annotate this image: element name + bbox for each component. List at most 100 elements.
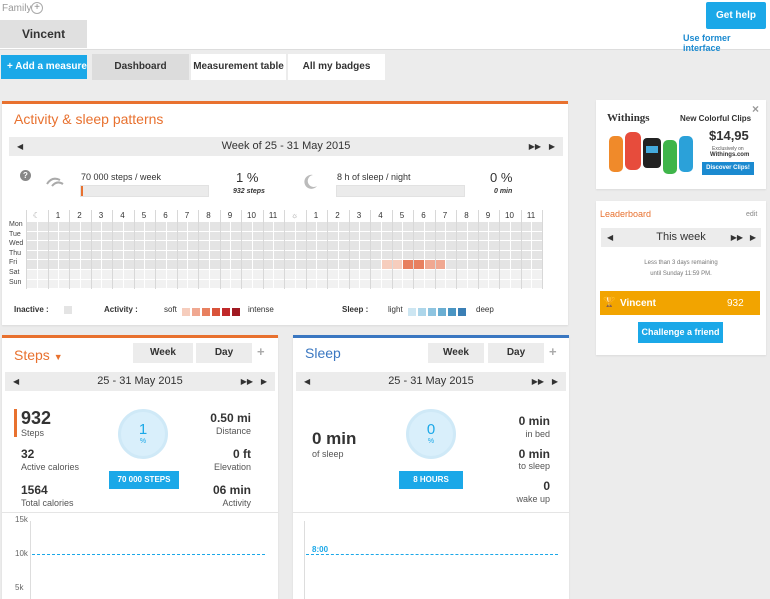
heatmap-cell bbox=[188, 260, 198, 269]
elevation-value: 0 ft bbox=[233, 447, 251, 461]
heatmap-cell bbox=[435, 231, 446, 241]
heatmap-cell bbox=[113, 260, 123, 269]
next-week-icon[interactable]: ▶ bbox=[549, 137, 555, 156]
heatmap-cell bbox=[381, 231, 392, 241]
former-interface-link[interactable]: Use former interface bbox=[683, 33, 770, 53]
steps-tab-week[interactable]: Week bbox=[133, 343, 193, 363]
heatmap-cell bbox=[188, 270, 198, 279]
legend-sleep-swatches bbox=[408, 306, 468, 318]
heatmap-cell bbox=[510, 241, 521, 250]
activity-label: Activity bbox=[222, 498, 251, 508]
heatmap-hour-label: 1 bbox=[313, 211, 319, 220]
steps-goal-label: 70 000 steps / week bbox=[81, 172, 162, 182]
tab-all-my-badges[interactable]: All my badges bbox=[288, 54, 385, 80]
ad-cta-button[interactable]: Discover Clips! bbox=[702, 162, 754, 175]
prev-week-icon[interactable]: ◀ bbox=[17, 137, 23, 156]
sleep-next-icon[interactable]: ▶ bbox=[552, 372, 558, 391]
tab-measurement-table[interactable]: Measurement table bbox=[191, 54, 286, 80]
heatmap-cell bbox=[338, 241, 349, 250]
heatmap-cell bbox=[532, 231, 542, 241]
legend-sleep-label: Sleep : bbox=[342, 305, 369, 314]
steps-prev-icon[interactable]: ◀ bbox=[13, 372, 19, 391]
heatmap-hour-separator bbox=[155, 210, 156, 290]
chevron-down-icon[interactable]: ▼ bbox=[54, 352, 63, 362]
heatmap-cell bbox=[457, 231, 467, 241]
steps-next-icon[interactable]: ▶ bbox=[261, 372, 267, 391]
steps-title[interactable]: Steps ▼ bbox=[14, 347, 63, 363]
heatmap-cell bbox=[306, 222, 317, 231]
heatmap-cell bbox=[392, 270, 403, 279]
steps-tab-day[interactable]: Day bbox=[196, 343, 252, 363]
heatmap-cell bbox=[274, 260, 284, 269]
heatmap-cell bbox=[457, 250, 467, 260]
heatmap-cell bbox=[500, 260, 510, 269]
leaderboard-prev-icon[interactable]: ◀ bbox=[607, 228, 613, 247]
heatmap-cell bbox=[328, 250, 338, 260]
steps-goal-line bbox=[32, 554, 265, 555]
steps-last-icon[interactable]: ▶▶ bbox=[241, 372, 253, 391]
heatmap-cell bbox=[166, 260, 177, 269]
steps-accent-bar bbox=[14, 409, 17, 437]
get-help-button[interactable]: Get help bbox=[706, 2, 766, 29]
heatmap-hour-separator bbox=[47, 210, 49, 290]
legend-activity-label: Activity : bbox=[104, 305, 138, 314]
heatmap-cell bbox=[381, 241, 392, 250]
heatmap-cell bbox=[500, 270, 510, 279]
heatmap-cell bbox=[37, 250, 48, 260]
last-week-icon[interactable]: ▶▶ bbox=[529, 137, 541, 156]
heatmap-cell bbox=[123, 279, 134, 289]
heatmap-cell bbox=[220, 231, 231, 241]
leaderboard-edit-link[interactable]: edit bbox=[746, 211, 757, 218]
add-family-member-icon[interactable]: + bbox=[31, 2, 43, 14]
heatmap-cell bbox=[328, 279, 338, 289]
heatmap-cell bbox=[263, 222, 274, 231]
heatmap-cell bbox=[349, 270, 360, 279]
heatmap-cell bbox=[80, 270, 91, 279]
heatmap-day-label: Sun bbox=[9, 278, 22, 286]
heatmap-hour-label: 11 bbox=[526, 211, 536, 220]
sleep-last-icon[interactable]: ▶▶ bbox=[532, 372, 544, 391]
heatmap-cell bbox=[145, 260, 155, 269]
heatmap-hour-label: 7 bbox=[184, 211, 190, 220]
challenge-friend-button[interactable]: Challenge a friend bbox=[638, 322, 723, 343]
heatmap-cell bbox=[80, 250, 91, 260]
leaderboard-last-icon[interactable]: ▶▶ bbox=[731, 228, 743, 247]
help-icon[interactable]: ? bbox=[20, 170, 31, 181]
heatmap-cell bbox=[521, 231, 532, 241]
sleep-goal-line bbox=[306, 554, 558, 555]
sleep-prev-icon[interactable]: ◀ bbox=[304, 372, 310, 391]
heatmap-cell bbox=[424, 270, 435, 279]
sleep-tab-day[interactable]: Day bbox=[488, 343, 544, 363]
heatmap-cell bbox=[252, 270, 263, 279]
heatmap-cell bbox=[134, 231, 145, 241]
heatmap-cell bbox=[392, 260, 403, 269]
sleep-add-icon[interactable]: + bbox=[549, 344, 557, 359]
heatmap-cell bbox=[467, 260, 478, 269]
user-tab-vincent[interactable]: Vincent bbox=[0, 20, 87, 48]
leaderboard-next-icon[interactable]: ▶ bbox=[750, 228, 756, 247]
steps-value-label: Steps bbox=[21, 428, 45, 438]
tab-dashboard[interactable]: Dashboard bbox=[92, 54, 189, 80]
add-measure-button[interactable]: + Add a measure bbox=[1, 55, 87, 79]
heatmap-hour-separator bbox=[391, 210, 393, 290]
sleep-tab-week[interactable]: Week bbox=[428, 343, 484, 363]
heatmap-cell bbox=[446, 231, 456, 241]
heatmap-cell bbox=[252, 279, 263, 289]
heatmap-cell bbox=[328, 231, 338, 241]
heatmap-cell bbox=[381, 250, 392, 260]
heatmap-cell bbox=[478, 231, 489, 241]
legend-sleep-swatch bbox=[438, 308, 446, 317]
steps-add-icon[interactable]: + bbox=[257, 344, 265, 359]
heatmap-cell bbox=[48, 279, 59, 289]
top-bar bbox=[0, 0, 770, 50]
heatmap-cell bbox=[510, 250, 521, 260]
heatmap-cell bbox=[274, 222, 284, 231]
wake-up-label: wake up bbox=[516, 494, 550, 504]
heatmap-cell bbox=[338, 270, 349, 279]
heatmap-cell bbox=[381, 270, 392, 279]
sleep-goal-percent-sign: % bbox=[427, 438, 435, 445]
heatmap-cell bbox=[403, 222, 413, 231]
heatmap-cell bbox=[424, 222, 435, 231]
distance-value: 0.50 mi bbox=[210, 411, 251, 425]
close-ad-icon[interactable]: × bbox=[752, 102, 759, 116]
